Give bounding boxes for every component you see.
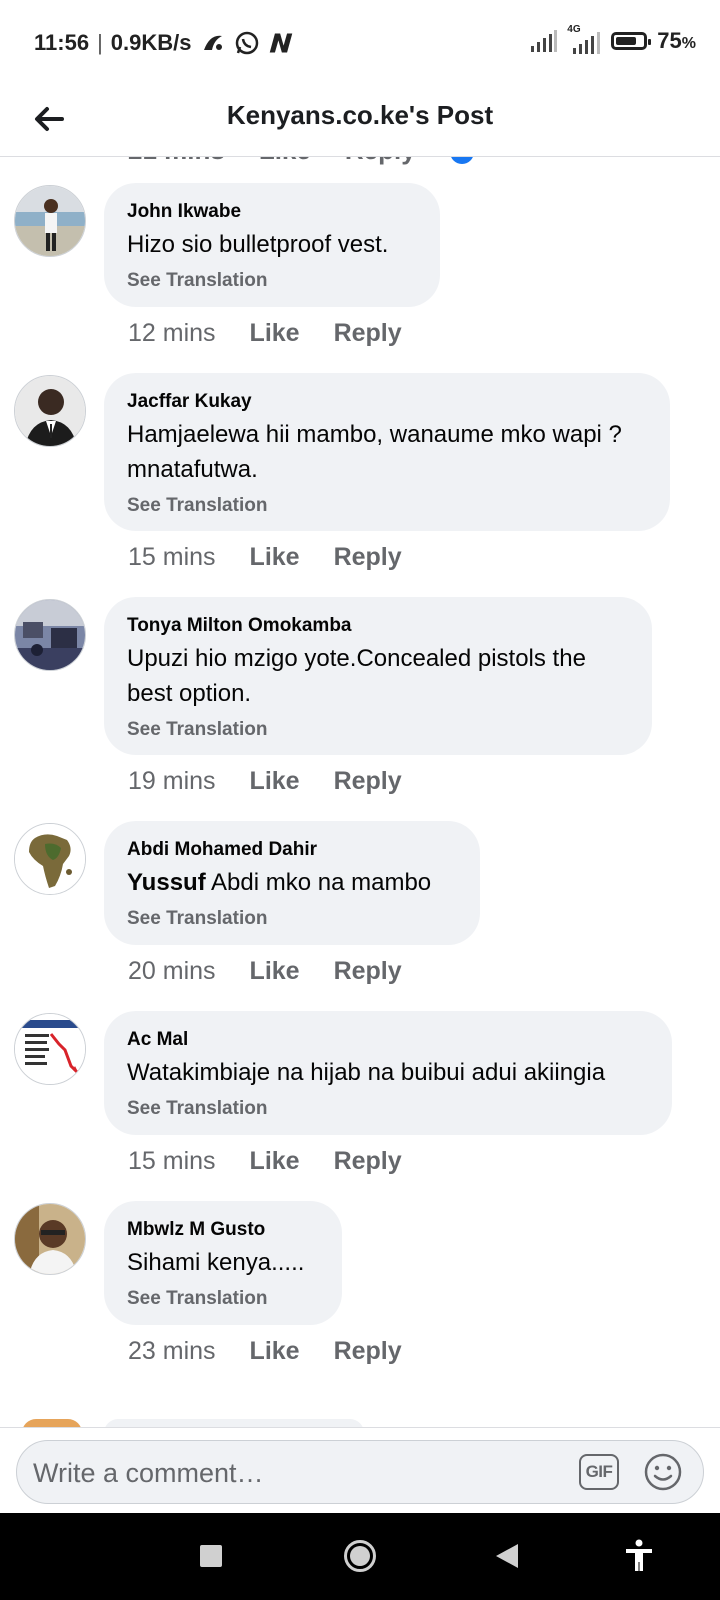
gif-button[interactable]: GIF <box>579 1454 619 1490</box>
smiley-icon[interactable] <box>643 1452 683 1492</box>
comment-actions: 23 mins Like Reply <box>128 1337 436 1366</box>
comment-time: 15 mins <box>128 543 216 571</box>
signal-4g-icon: 4G <box>567 24 601 54</box>
battery-icon <box>611 32 652 50</box>
comment-actions: 12 mins Like Reply <box>128 319 436 348</box>
comment-text: Upuzi hio mzigo yote.Concealed pistols t… <box>127 645 586 707</box>
comment-actions: 15 mins Like Reply <box>128 1147 436 1176</box>
comment-text: Hizo sio bulletproof vest. <box>127 231 389 258</box>
circle-home-icon <box>344 1540 376 1572</box>
reply-button[interactable]: Reply <box>334 1337 402 1366</box>
comment-bubble[interactable]: Tonya Milton Omokamba Upuzi hio mzigo yo… <box>104 597 652 755</box>
avatar[interactable] <box>14 1203 86 1275</box>
comment-bubble[interactable]: Abdi Mohamed Dahir Yussuf Abdi mko na ma… <box>104 821 480 945</box>
previous-comment-actions: 21 mins Like Reply <box>128 157 508 166</box>
comment-time: 19 mins <box>128 767 216 795</box>
reply-button[interactable]: Reply <box>334 543 402 572</box>
battery-percent: 75 <box>657 28 682 53</box>
battery-percent-sign: % <box>681 35 696 52</box>
comment-author[interactable]: Jacffar Kukay <box>127 389 647 415</box>
comment-time: 21 mins <box>128 157 225 165</box>
status-separator: | <box>97 30 103 55</box>
avatar[interactable] <box>14 375 86 447</box>
home-button[interactable] <box>335 1531 385 1581</box>
avatar[interactable] <box>14 185 86 257</box>
comment-composer-bar: GIF <box>0 1427 720 1514</box>
recents-button[interactable] <box>186 1531 236 1581</box>
like-button[interactable]: Like <box>250 543 300 572</box>
comment-text: Sihami kenya..... <box>127 1249 305 1276</box>
triangle-back-icon <box>496 1544 518 1568</box>
comment-author[interactable]: Abdi Mohamed Dahir <box>127 837 457 863</box>
see-translation-link[interactable]: See Translation <box>127 717 629 743</box>
reply-button[interactable]: Reply <box>345 157 416 165</box>
comment-author[interactable]: Tonya Milton Omokamba <box>127 613 629 639</box>
comment-actions: 19 mins Like Reply <box>128 767 436 796</box>
back-nav-button[interactable] <box>482 1531 532 1581</box>
see-translation-link[interactable]: See Translation <box>127 1096 649 1122</box>
avatar[interactable] <box>14 599 86 671</box>
comment-bubble[interactable]: Mbwlz M Gusto Sihami kenya..... See Tran… <box>104 1201 342 1325</box>
comment-bubble[interactable]: Ac Mal Watakimbiaje na hijab na buibui a… <box>104 1011 672 1135</box>
status-speed: 0.9KB/s <box>110 30 192 55</box>
see-translation-link[interactable]: See Translation <box>127 493 647 519</box>
see-translation-link[interactable]: See Translation <box>127 268 417 294</box>
comments-feed[interactable]: 21 mins Like Reply John Ikwabe Hizo sio bu… <box>0 157 720 1427</box>
see-translation-link[interactable]: See Translation <box>127 1286 319 1312</box>
next-comment-avatar <box>22 1419 82 1427</box>
like-button[interactable]: Like <box>250 1337 300 1366</box>
status-bar: 11:56 | 0.9KB/s 4G 75% <box>0 0 720 84</box>
comment-text-body: Abdi mko na mambo <box>205 869 432 896</box>
comment-author[interactable]: John Ikwabe <box>127 199 417 225</box>
comment-time: 15 mins <box>128 1147 216 1175</box>
accessibility-button[interactable] <box>614 1531 664 1581</box>
avatar[interactable] <box>14 823 86 895</box>
comment-author[interactable]: Mbwlz M Gusto <box>127 1217 319 1243</box>
comment-bubble[interactable]: Jacffar Kukay Hamjaelewa hii mambo, wana… <box>104 373 670 531</box>
reply-button[interactable]: Reply <box>334 1147 402 1176</box>
like-button[interactable]: Like <box>250 957 300 986</box>
comment-text: Watakimbiaje na hijab na buibui adui aki… <box>127 1059 606 1086</box>
comment-author[interactable]: Ac Mal <box>127 1027 649 1053</box>
comment-time: 12 mins <box>128 319 216 347</box>
reply-button[interactable]: Reply <box>334 957 402 986</box>
comment-time: 20 mins <box>128 957 216 985</box>
next-comment-bubble <box>104 1419 364 1427</box>
comment-text: Yussuf Abdi mko na mambo <box>127 865 457 900</box>
news-app-icon <box>269 33 292 53</box>
battery-fill <box>616 37 636 45</box>
status-left: 11:56 | 0.9KB/s <box>34 30 294 56</box>
accessibility-icon <box>626 1539 652 1571</box>
comment-actions: 15 mins Like Reply <box>128 543 436 572</box>
page-title: Kenyans.co.ke's Post <box>226 100 494 130</box>
comment-actions: 20 mins Like Reply <box>128 957 436 986</box>
app-notification-icon <box>203 35 222 50</box>
avatar[interactable] <box>14 1013 86 1085</box>
comment-time: 23 mins <box>128 1337 216 1365</box>
comment-text: Hamjaelewa hii mambo, wanaume mko wapi ?… <box>127 421 622 483</box>
like-button[interactable]: Like <box>250 319 300 348</box>
mention-link[interactable]: Yussuf <box>127 869 206 896</box>
square-icon <box>200 1545 222 1567</box>
reply-button[interactable]: Reply <box>334 767 402 796</box>
reaction-icon <box>449 157 474 165</box>
comment-composer[interactable]: GIF <box>16 1440 704 1504</box>
comment-bubble[interactable]: John Ikwabe Hizo sio bulletproof vest. S… <box>104 183 440 307</box>
signal-icon <box>531 30 558 52</box>
system-navigation-bar <box>0 1513 720 1600</box>
see-translation-link[interactable]: See Translation <box>127 906 457 932</box>
reply-button[interactable]: Reply <box>334 319 402 348</box>
status-right: 4G 75% <box>529 24 696 54</box>
like-button[interactable]: Like <box>259 157 311 165</box>
whatsapp-icon <box>235 31 258 55</box>
comment-input[interactable] <box>31 1449 555 1497</box>
battery-text: 75% <box>657 28 696 54</box>
status-time: 11:56 <box>34 30 90 55</box>
like-button[interactable]: Like <box>250 1147 300 1176</box>
post-header: Kenyans.co.ke's Post <box>0 84 720 157</box>
like-button[interactable]: Like <box>250 767 300 796</box>
